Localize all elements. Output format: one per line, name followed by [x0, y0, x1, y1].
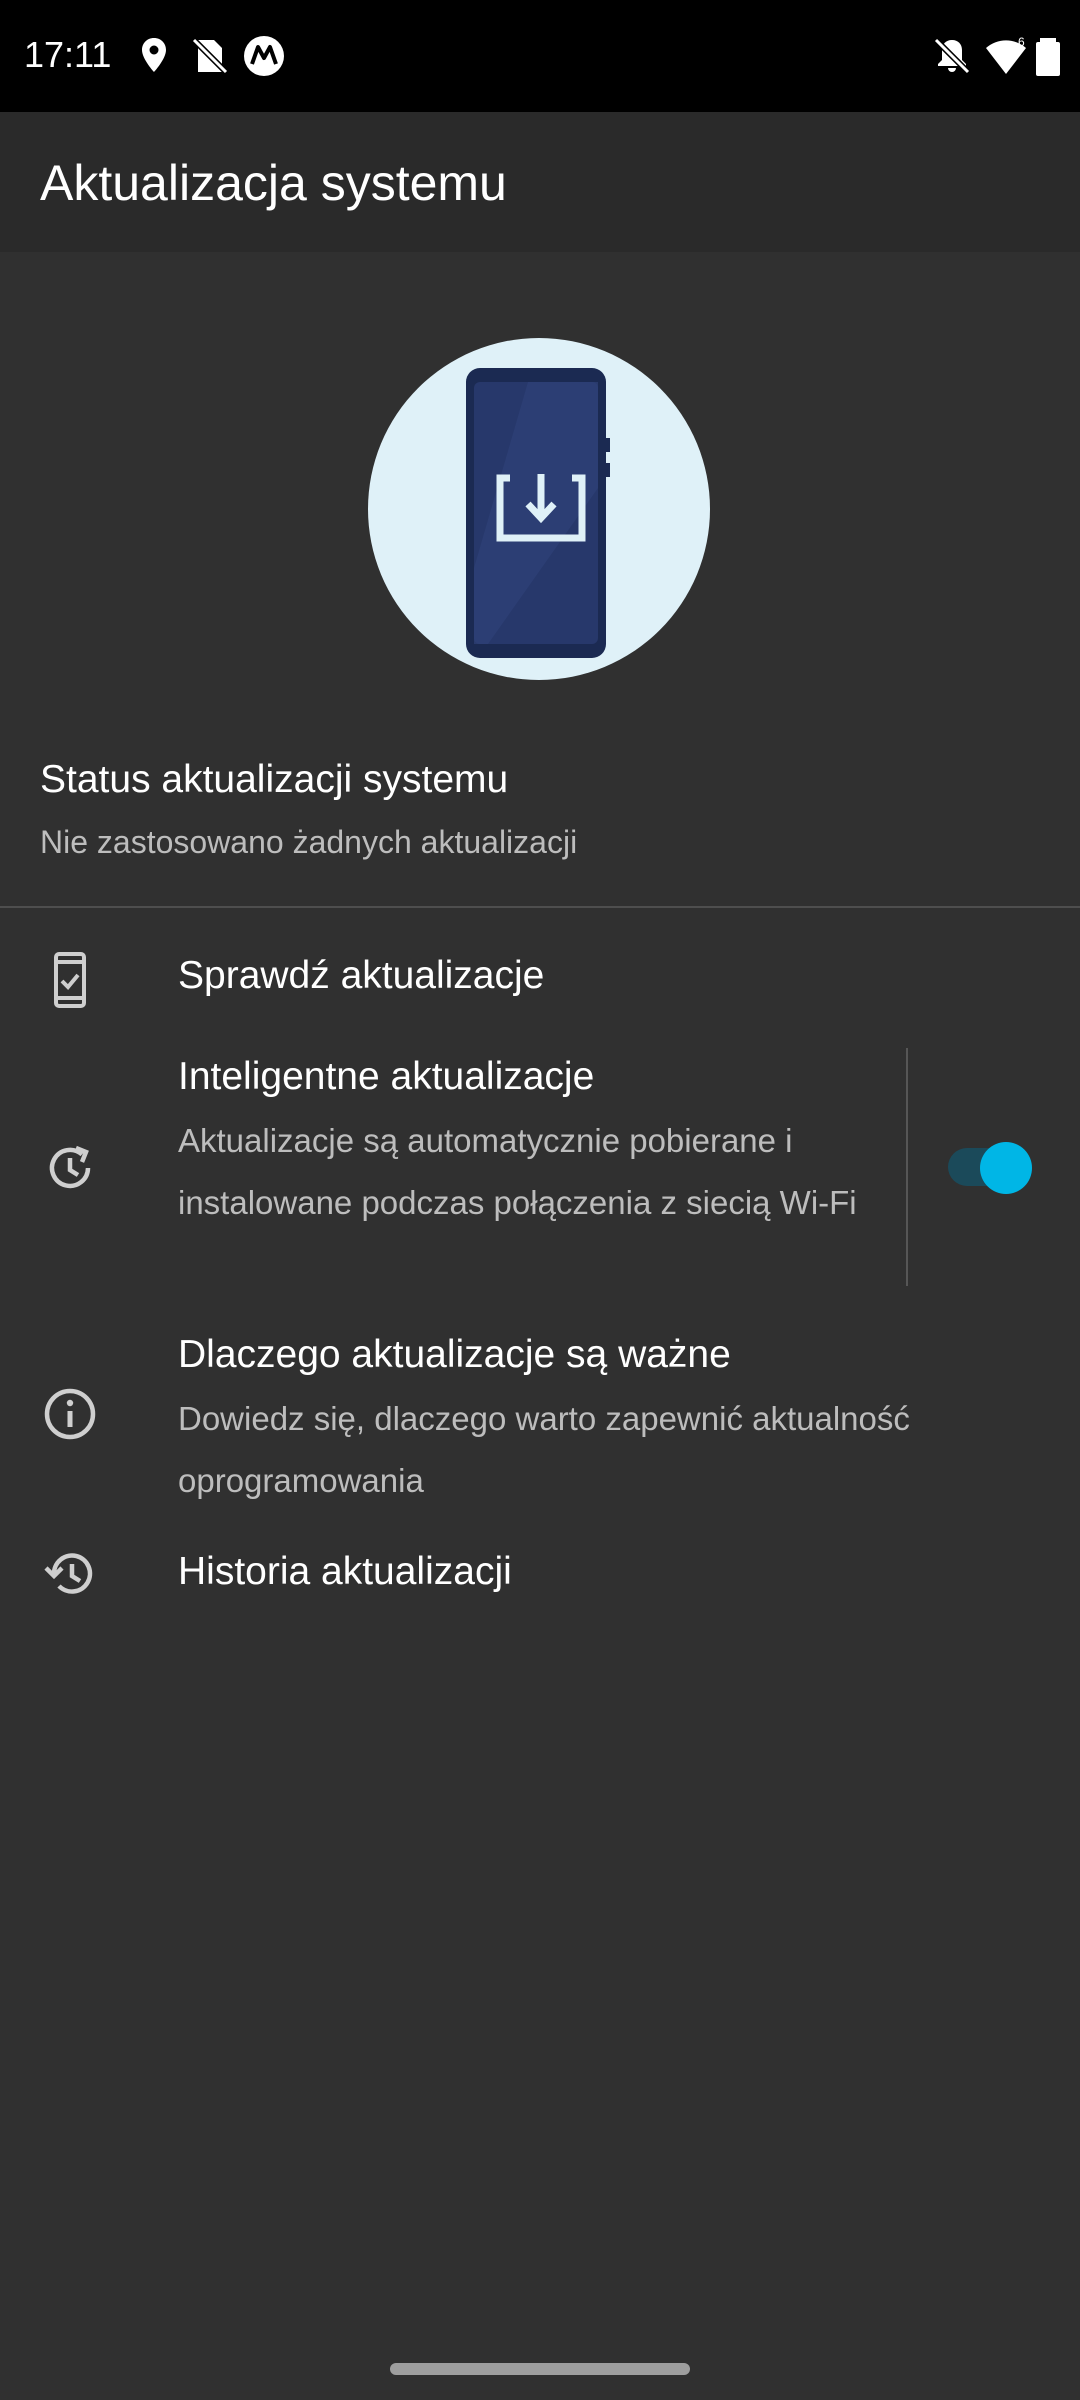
- phone-check-icon: [54, 952, 86, 1008]
- app-bar: Aktualizacja systemu: [0, 112, 1080, 252]
- no-sim-icon: [191, 37, 229, 75]
- smart-update-icon: [49, 1145, 91, 1189]
- smart-updates-description: Aktualizacje są automatycznie pobierane …: [178, 1122, 857, 1221]
- info-icon: [44, 1388, 96, 1440]
- page-title: Aktualizacja systemu: [40, 155, 507, 211]
- check-updates-title: Sprawdź aktualizacje: [178, 954, 545, 997]
- divider: [0, 906, 1080, 908]
- why-updates-title: Dlaczego aktualizacje są ważne: [178, 1333, 731, 1376]
- status-bar: 17:11 6: [0, 0, 1080, 112]
- status-subtitle: Nie zastosowano żadnych aktualizacji: [40, 824, 578, 860]
- phone-update-illustration: [368, 338, 710, 680]
- notifications-off-icon: [933, 37, 971, 75]
- status-title: Status aktualizacji systemu: [40, 758, 509, 801]
- motorola-icon: [244, 36, 284, 76]
- smart-updates-title: Inteligentne aktualizacje: [178, 1055, 595, 1098]
- history-icon: [44, 1553, 93, 1594]
- gesture-nav-handle[interactable]: [390, 2363, 690, 2375]
- phone-download-icon: [466, 368, 610, 658]
- why-updates-description: Dowiedz się, dlaczego warto zapewnić akt…: [178, 1400, 910, 1499]
- status-time: 17:11: [24, 34, 112, 75]
- vertical-divider: [906, 1048, 908, 1286]
- toggle-thumb[interactable]: [980, 1142, 1032, 1194]
- update-history-title: Historia aktualizacji: [178, 1550, 512, 1593]
- battery-icon: [1036, 38, 1060, 76]
- location-icon: [142, 38, 166, 72]
